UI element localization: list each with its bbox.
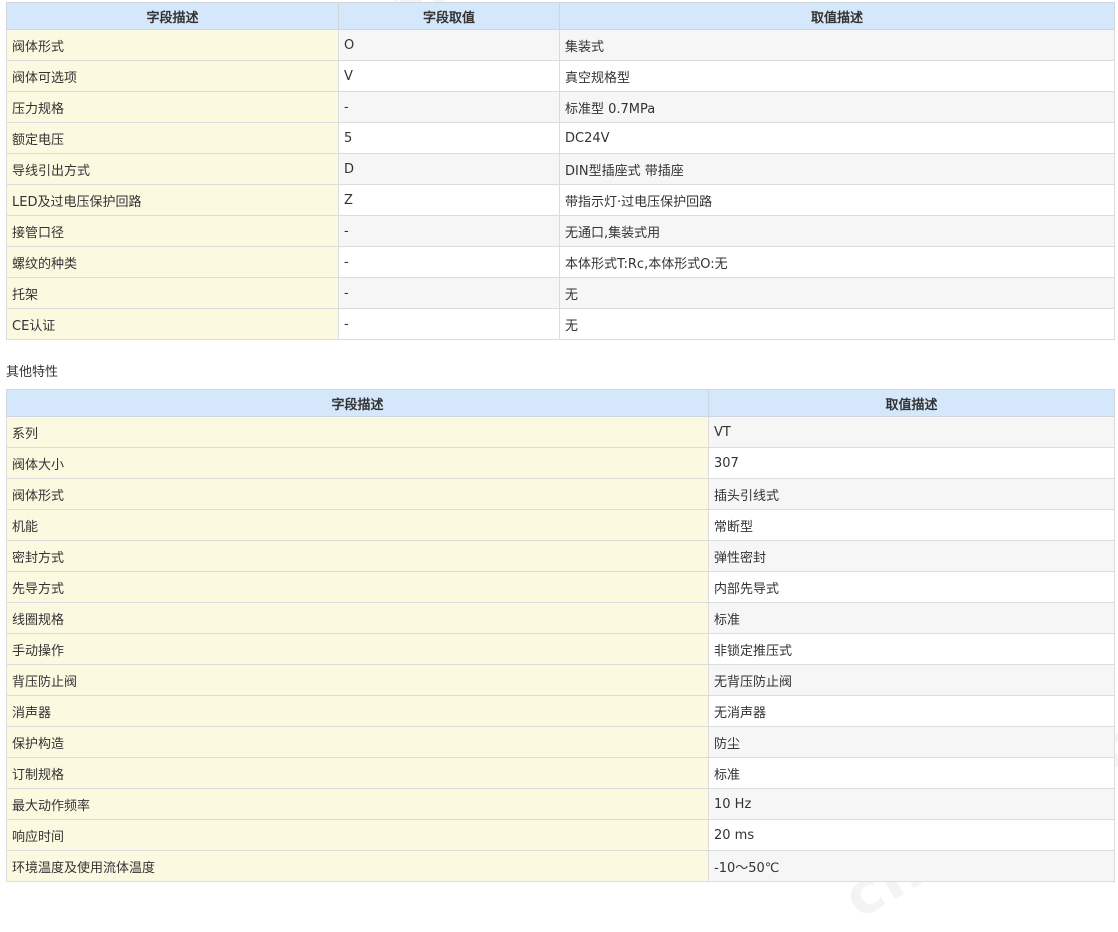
field-name-cell: 环境温度及使用流体温度 [6, 850, 709, 882]
table-row: 响应时间 20 ms [6, 819, 1115, 851]
field-name-cell: 阀体大小 [6, 447, 709, 479]
field-value-cell: V [338, 60, 560, 92]
table-row: 环境温度及使用流体温度 -10～50℃ [6, 850, 1115, 882]
field-name-cell: 托架 [6, 277, 339, 309]
table-row: 阀体形式 O 集装式 [6, 29, 1115, 61]
field-value-cell: 无 [559, 308, 1115, 340]
field-value-cell: 标准 [708, 602, 1115, 634]
field-value-cell: - [338, 91, 560, 123]
field-value-cell: 无消声器 [708, 695, 1115, 727]
field-value-cell: 内部先导式 [708, 571, 1115, 603]
table-row: 导线引出方式 D DIN型插座式 带插座 [6, 153, 1115, 185]
field-value-cell: - [338, 246, 560, 278]
table-row: 阀体大小 307 [6, 447, 1115, 479]
section-title: 其他特性 [6, 365, 59, 380]
field-value-cell: D [338, 153, 560, 185]
field-value-cell: 无 [559, 277, 1115, 309]
field-name-cell: 系列 [6, 416, 709, 448]
field-name-cell: 压力规格 [6, 91, 339, 123]
table-row: 阀体形式 插头引线式 [6, 478, 1115, 510]
field-value-cell: - [338, 277, 560, 309]
field-name-cell: 螺纹的种类 [6, 246, 339, 278]
field-value-cell: 非锁定推压式 [708, 633, 1115, 665]
field-value-cell: 集装式 [559, 29, 1115, 61]
field-name-cell: 背压防止阀 [6, 664, 709, 696]
field-value-cell: 20 ms [708, 819, 1115, 851]
field-name-cell: CE认证 [6, 308, 339, 340]
field-value-cell: 常断型 [708, 509, 1115, 541]
table-row: LED及过电压保护回路 Z 带指示灯·过电压保护回路 [6, 184, 1115, 216]
column-header: 字段取值 [338, 2, 560, 30]
field-value-cell: DIN型插座式 带插座 [559, 153, 1115, 185]
field-value-cell: O [338, 29, 560, 61]
table-row: 压力规格 - 标准型 0.7MPa [6, 91, 1115, 123]
table-row: 订制规格 标准 [6, 757, 1115, 789]
field-value-cell: 弹性密封 [708, 540, 1115, 572]
table-row: 托架 - 无 [6, 277, 1115, 309]
field-name-cell: 消声器 [6, 695, 709, 727]
column-header: 字段描述 [6, 389, 709, 417]
table-header-row: 字段描述 取值描述 [6, 389, 1115, 417]
field-value-cell: -10～50℃ [708, 850, 1115, 882]
field-value-cell: 标准型 0.7MPa [559, 91, 1115, 123]
table-row: 接管口径 - 无通口,集装式用 [6, 215, 1115, 247]
field-value-cell: 无通口,集装式用 [559, 215, 1115, 247]
field-value-cell: DC24V [559, 122, 1115, 154]
table-row: 最大动作频率 10 Hz [6, 788, 1115, 820]
table-row: 保护构造 防尘 [6, 726, 1115, 758]
table-row: 额定电压 5 DC24V [6, 122, 1115, 154]
field-value-cell: - [338, 215, 560, 247]
table-row: 先导方式 内部先导式 [6, 571, 1115, 603]
table-row: 机能 常断型 [6, 509, 1115, 541]
table-header-row: 字段描述 字段取值 取值描述 [6, 2, 1115, 30]
table-row: 系列 VT [6, 416, 1115, 448]
field-value-cell: 无背压防止阀 [708, 664, 1115, 696]
field-value-cell: 5 [338, 122, 560, 154]
field-name-cell: 导线引出方式 [6, 153, 339, 185]
table-row: 密封方式 弹性密封 [6, 540, 1115, 572]
table-row: 螺纹的种类 - 本体形式T:Rc,本体形式O:无 [6, 246, 1115, 278]
field-name-cell: 阀体形式 [6, 29, 339, 61]
field-value-cell: - [338, 308, 560, 340]
field-name-cell: 额定电压 [6, 122, 339, 154]
field-value-cell: 真空规格型 [559, 60, 1115, 92]
field-name-cell: 密封方式 [6, 540, 709, 572]
other-features-table: 字段描述 取值描述 系列 VT 阀体大小 307 阀体形式 插头引线式 机能 常断型 密封方式弹… [6, 389, 1115, 882]
field-value-cell: 标准 [708, 757, 1115, 789]
field-name-cell: 接管口径 [6, 215, 339, 247]
field-name-cell: 订制规格 [6, 757, 709, 789]
field-name-cell: 保护构造 [6, 726, 709, 758]
field-value-cell: 防尘 [708, 726, 1115, 758]
field-value-cell: 10 Hz [708, 788, 1115, 820]
table-row: 背压防止阀 无背压防止阀 [6, 664, 1115, 696]
field-name-cell: 机能 [6, 509, 709, 541]
column-header: 取值描述 [708, 389, 1115, 417]
field-value-cell: 带指示灯·过电压保护回路 [559, 184, 1115, 216]
table-row: 线圈规格 标准 [6, 602, 1115, 634]
table-row: 消声器 无消声器 [6, 695, 1115, 727]
field-value-cell: 插头引线式 [708, 478, 1115, 510]
column-header: 取值描述 [559, 2, 1115, 30]
spec-table: 字段描述 字段取值 取值描述 阀体形式 O 集装式 阀体可选项 V 真空规格型 压力规格 - 标… [6, 2, 1115, 340]
table-row: 手动操作 非锁定推压式 [6, 633, 1115, 665]
field-name-cell: 先导方式 [6, 571, 709, 603]
field-value-cell: 本体形式T:Rc,本体形式O:无 [559, 246, 1115, 278]
field-name-cell: 阀体形式 [6, 478, 709, 510]
table-row: 阀体可选项 V 真空规格型 [6, 60, 1115, 92]
table-row: CE认证 - 无 [6, 308, 1115, 340]
field-name-cell: 手动操作 [6, 633, 709, 665]
field-value-cell: 307 [708, 447, 1115, 479]
field-name-cell: 线圈规格 [6, 602, 709, 634]
field-value-cell: VT [708, 416, 1115, 448]
field-name-cell: LED及过电压保护回路 [6, 184, 339, 216]
field-name-cell: 最大动作频率 [6, 788, 709, 820]
field-name-cell: 阀体可选项 [6, 60, 339, 92]
column-header: 字段描述 [6, 2, 339, 30]
field-value-cell: Z [338, 184, 560, 216]
field-name-cell: 响应时间 [6, 819, 709, 851]
